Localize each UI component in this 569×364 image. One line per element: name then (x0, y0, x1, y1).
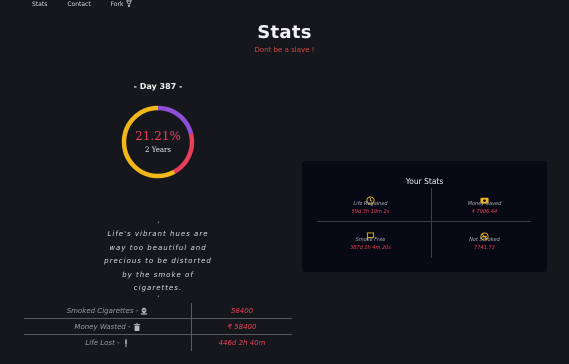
flag-icon (366, 226, 375, 241)
stat-label: Smoke Free (355, 237, 386, 243)
stat-label: Not Smoked (469, 237, 500, 243)
quote-line: by the smoke of (122, 270, 194, 279)
stat-value: 387d 2h 4m 20s (350, 245, 391, 251)
fork-icon (125, 0, 132, 9)
trash-icon (133, 322, 141, 331)
smoked-cigarettes-value: 58400 (230, 306, 254, 315)
stat-money-saved: Money Saved ₹ 7906.44 (431, 188, 538, 221)
table-row-label: Smoked Cigarettes - (24, 303, 192, 318)
stat-label: Money Saved (467, 201, 502, 207)
quote-line: precious to be distorted (104, 257, 212, 265)
stat-smoke-free: Smoke Free 387d 2h 4m 20s (317, 224, 424, 257)
motivational-quote: Life's vibrant hues are way too beautifu… (98, 228, 218, 296)
quote-dot-top: • (157, 220, 160, 226)
wallet-icon (480, 190, 489, 204)
smoked-cigarettes-label: Smoked Cigarettes - (66, 306, 139, 315)
summary-table: Smoked Cigarettes - 58400 Money Wasted -… (24, 303, 292, 351)
top-nav: Stats Contact Fork (32, 0, 132, 9)
table-row-label: Life Lost - (24, 335, 192, 351)
quote-dot-bottom: • (157, 294, 160, 300)
table-row-label: Money Wasted - (24, 319, 192, 334)
progress-percent: 21.21% (135, 129, 181, 144)
table-row: Life Lost - 446d 2h 40m (24, 335, 292, 351)
stat-value: ₹ 7906.44 (471, 209, 498, 215)
nav-link-fork[interactable]: Fork (111, 0, 132, 9)
life-lost-value: 446d 2h 40m (218, 339, 266, 347)
life-lost-label: Life Lost - (85, 339, 120, 347)
stat-label: Life Regained (353, 201, 388, 207)
your-stats-card: Your Stats Life Regained 59d 3h 19m 2s M… (302, 161, 547, 272)
day-counter: - Day 387 - (133, 82, 183, 91)
money-wasted-label: Money Wasted - (74, 322, 131, 331)
quote-line: way too beautiful and (109, 243, 207, 252)
progress-duration: 2 Years (145, 145, 171, 154)
skull-icon (140, 307, 148, 315)
stats-page: Stats Contact Fork Stats Dont be a slave… (0, 0, 569, 364)
clock-icon (366, 190, 375, 205)
page-subtitle: Dont be a slave ! (254, 46, 315, 54)
table-row: Smoked Cigarettes - 58400 (24, 303, 292, 319)
your-stats-title: Your Stats (405, 177, 444, 186)
stat-value: 7741.73 (474, 245, 495, 251)
your-stats-grid: Life Regained 59d 3h 19m 2s Money Saved … (317, 188, 531, 258)
nav-link-contact[interactable]: Contact (67, 0, 90, 9)
stat-not-smoked: Not Smoked 7741.73 (431, 224, 538, 257)
table-row: Money Wasted - ₹ 58400 (24, 319, 292, 335)
quote-line: Life's vibrant hues are (107, 230, 209, 238)
ring-center: 21.21% 2 Years (120, 104, 196, 180)
page-title: Stats (257, 22, 312, 43)
stat-value: 59d 3h 19m 2s (351, 209, 390, 215)
exclamation-icon (122, 339, 130, 347)
no-smoking-icon (480, 226, 489, 241)
nav-link-fork-label: Fork (110, 1, 124, 8)
grid-divider-horizontal (317, 221, 531, 222)
stat-life-regained: Life Regained 59d 3h 19m 2s (317, 188, 424, 221)
nav-link-stats[interactable]: Stats (32, 0, 47, 9)
money-wasted-value: ₹ 58400 (227, 322, 257, 331)
